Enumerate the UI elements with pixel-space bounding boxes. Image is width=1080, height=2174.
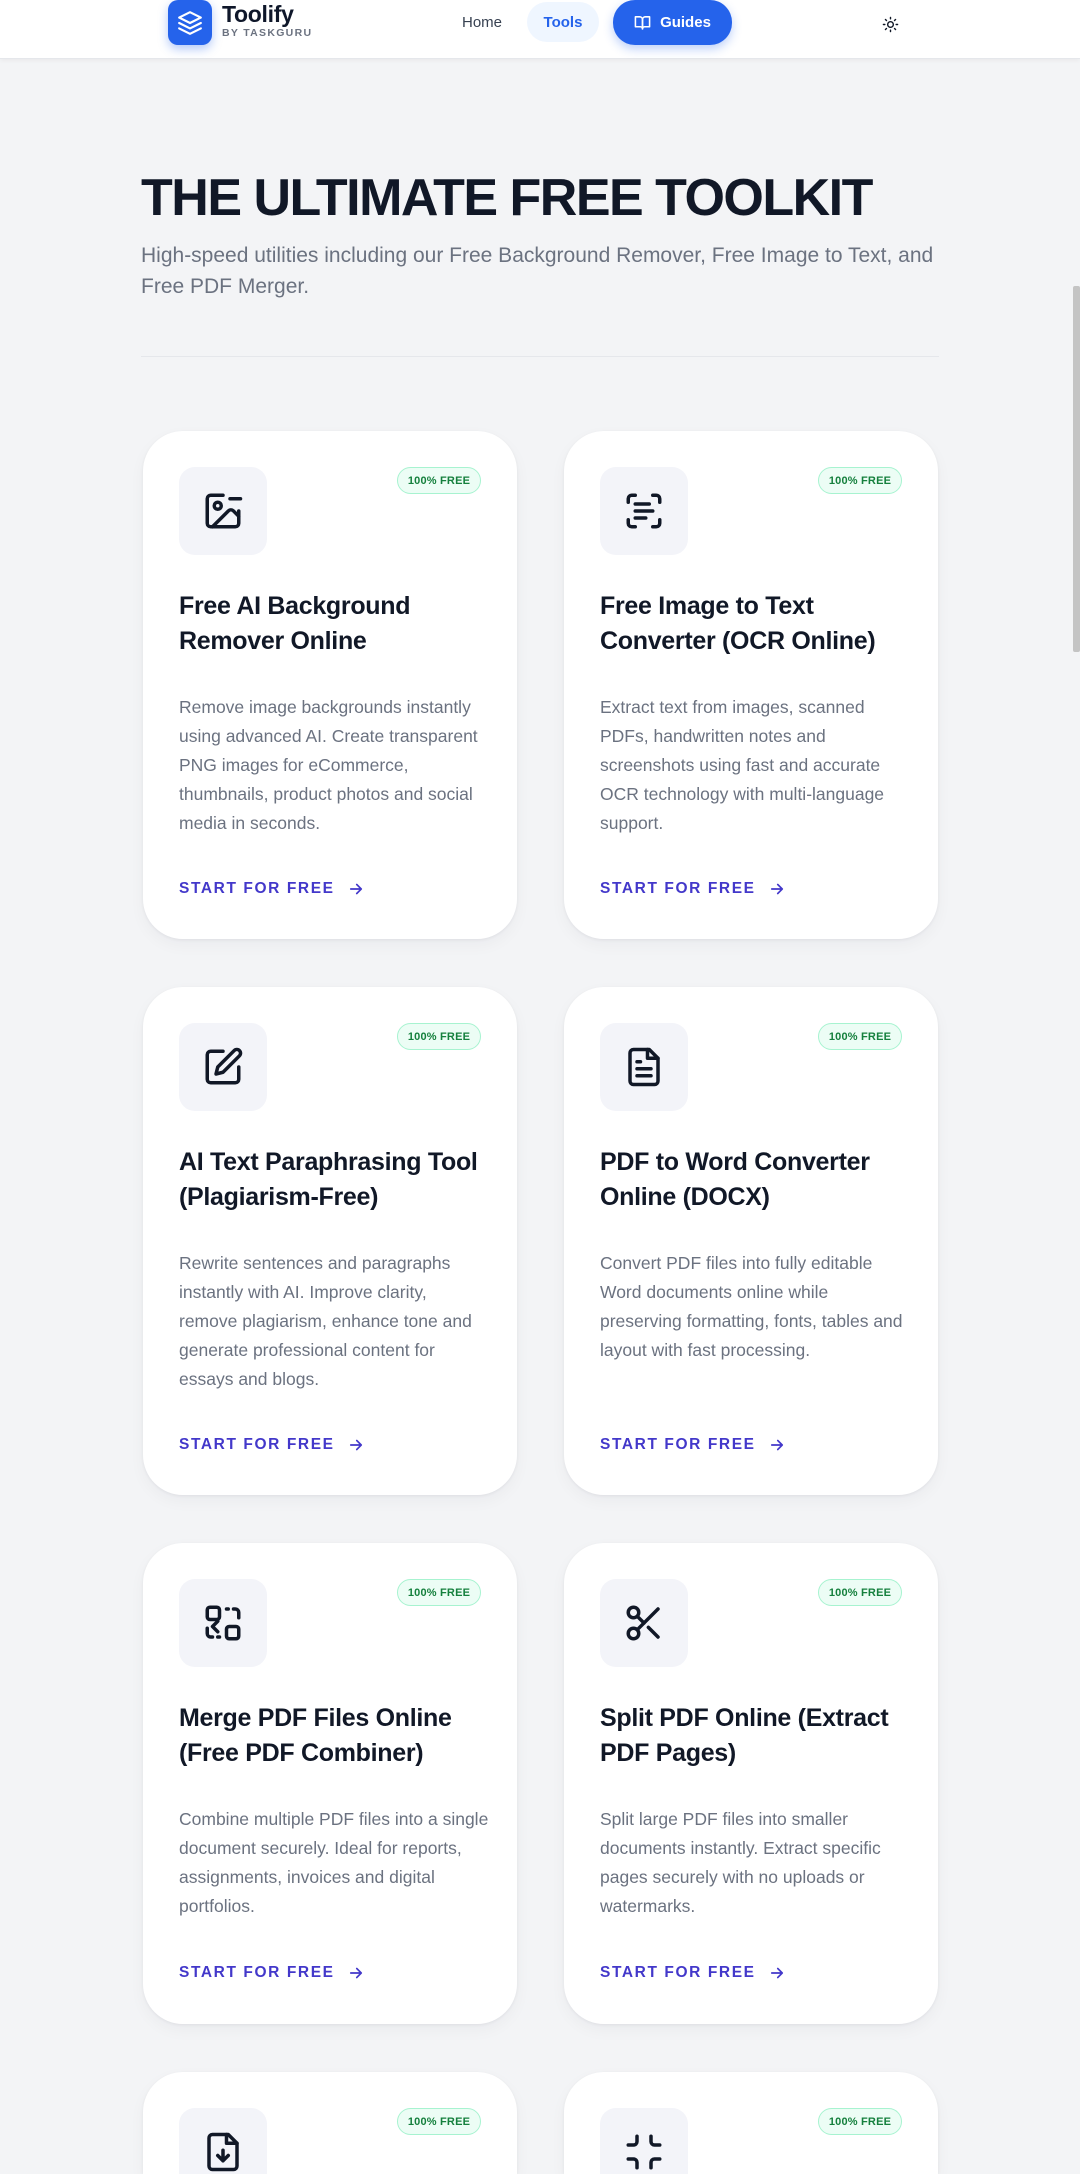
tool-card-pdf-to-word[interactable]: 100% FREE PDF to Word Converter Online (…	[564, 987, 938, 1495]
brand-name[interactable]: Toolify	[222, 1, 294, 28]
tool-card-background-remover[interactable]: 100% FREE Free AI Background Remover Onl…	[143, 431, 517, 939]
card-title[interactable]: Free AI Background Remover Online	[179, 589, 489, 659]
start-for-free-link[interactable]: START FOR FREE	[600, 1436, 786, 1454]
nav-tools-link[interactable]: Tools	[527, 2, 599, 42]
file-text-icon	[600, 1023, 688, 1111]
card-title[interactable]: Free Image to Text Converter (OCR Online…	[600, 589, 910, 659]
edit-icon	[179, 1023, 267, 1111]
arrow-right-icon	[770, 883, 783, 895]
arrow-right-icon	[349, 1967, 362, 1979]
file-download-icon	[179, 2108, 267, 2174]
arrow-right-icon	[770, 1439, 783, 1451]
nav-guides-label: Guides	[660, 14, 711, 31]
arrow-right-icon	[349, 1439, 362, 1451]
free-badge: 100% FREE	[818, 1579, 902, 1606]
merge-icon	[179, 1579, 267, 1667]
scissors-icon	[600, 1579, 688, 1667]
compress-icon	[600, 2108, 688, 2174]
start-for-free-link[interactable]: START FOR FREE	[179, 880, 365, 898]
book-open-icon	[634, 16, 651, 30]
cta-label: START FOR FREE	[600, 1964, 756, 1981]
free-badge: 100% FREE	[397, 1579, 481, 1606]
start-for-free-link[interactable]: START FOR FREE	[600, 1964, 786, 1982]
arrow-right-icon	[770, 1967, 783, 1979]
tool-card-paraphrasing[interactable]: 100% FREE AI Text Paraphrasing Tool (Pla…	[143, 987, 517, 1495]
tool-card-merge-pdf[interactable]: 100% FREE Merge PDF Files Online (Free P…	[143, 1543, 517, 2024]
brand-subtitle: BY TASKGURU	[222, 27, 313, 39]
tool-card-partial[interactable]: 100% FREE	[564, 2072, 938, 2174]
tool-card-split-pdf[interactable]: 100% FREE Split PDF Online (Extract PDF …	[564, 1543, 938, 2024]
page-title: THE ULTIMATE FREE TOOLKIT	[141, 169, 873, 227]
cta-label: START FOR FREE	[179, 1436, 335, 1453]
card-description: Split large PDF files into smaller docum…	[600, 1809, 881, 1916]
cta-label: START FOR FREE	[600, 1436, 756, 1453]
top-navbar: Toolify BY TASKGURU Home Tools Guides	[0, 0, 1080, 59]
start-for-free-link[interactable]: START FOR FREE	[179, 1436, 365, 1454]
card-description: Combine multiple PDF files into a single…	[179, 1809, 489, 1916]
free-badge: 100% FREE	[397, 1023, 481, 1050]
card-title[interactable]: PDF to Word Converter Online (DOCX)	[600, 1145, 910, 1215]
cta-label: START FOR FREE	[179, 1964, 335, 1981]
free-badge: 100% FREE	[397, 467, 481, 494]
cta-label: START FOR FREE	[600, 880, 756, 897]
card-title[interactable]: Merge PDF Files Online (Free PDF Combine…	[179, 1701, 489, 1771]
nav-guides-button[interactable]: Guides	[613, 0, 732, 45]
card-description: Convert PDF files into fully editable Wo…	[600, 1253, 903, 1360]
card-description: Remove image backgrounds instantly using…	[179, 697, 478, 833]
page-subtitle: High-speed utilities including our Free …	[141, 244, 934, 298]
start-for-free-link[interactable]: START FOR FREE	[179, 1964, 365, 1982]
card-title[interactable]: Split PDF Online (Extract PDF Pages)	[600, 1701, 910, 1771]
scan-text-icon	[600, 467, 688, 555]
free-badge: 100% FREE	[818, 1023, 902, 1050]
free-badge: 100% FREE	[818, 467, 902, 494]
theme-toggle-sun-icon[interactable]	[876, 10, 904, 38]
cta-label: START FOR FREE	[179, 880, 335, 897]
hero-divider	[141, 356, 939, 357]
card-description: Extract text from images, scanned PDFs, …	[600, 697, 885, 833]
free-badge: 100% FREE	[818, 2108, 902, 2135]
scrollbar-thumb[interactable]	[1073, 286, 1080, 652]
arrow-right-icon	[349, 883, 362, 895]
tool-card-image-to-text[interactable]: 100% FREE Free Image to Text Converter (…	[564, 431, 938, 939]
image-icon	[179, 467, 267, 555]
logo-layers-icon[interactable]	[168, 0, 212, 45]
nav-home-link[interactable]: Home	[448, 0, 516, 45]
card-description: Rewrite sentences and paragraphs instant…	[179, 1253, 472, 1389]
tool-card-partial[interactable]: 100% FREE	[143, 2072, 517, 2174]
start-for-free-link[interactable]: START FOR FREE	[600, 880, 786, 898]
free-badge: 100% FREE	[397, 2108, 481, 2135]
card-title[interactable]: AI Text Paraphrasing Tool (Plagiarism-Fr…	[179, 1145, 489, 1215]
